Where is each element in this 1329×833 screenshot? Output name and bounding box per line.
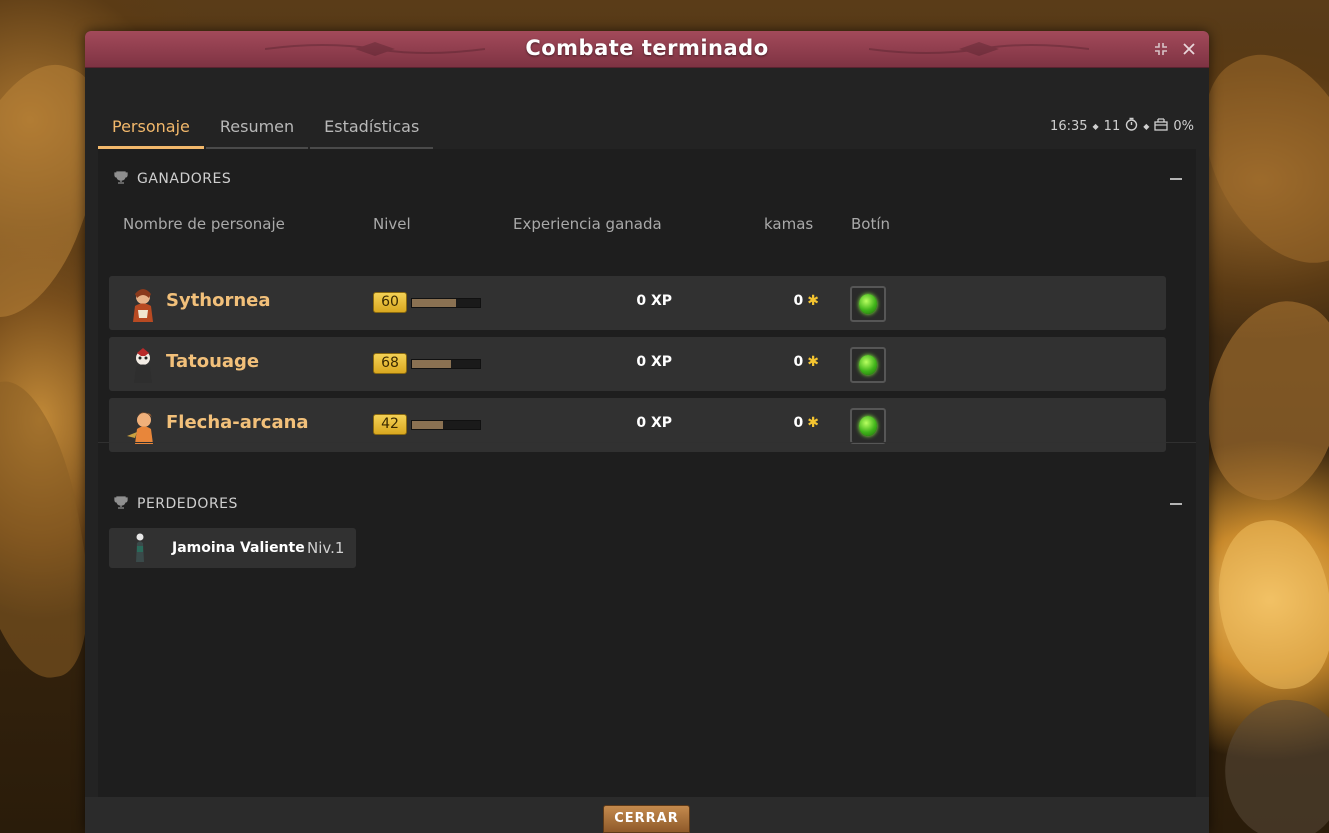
level-progress-fill xyxy=(412,299,457,307)
kamas-icon: ✱ xyxy=(807,354,819,370)
window-footer: CERRAR xyxy=(85,797,1209,833)
winners-header: GANADORES xyxy=(98,164,1196,194)
kamas-gained: 0 ✱ xyxy=(749,293,819,309)
winner-row[interactable]: Tatouage 68 0 XP 0 ✱ xyxy=(109,337,1166,391)
trophy-icon xyxy=(114,495,128,513)
window-title: Combate terminado xyxy=(525,36,769,60)
kamas-icon: ✱ xyxy=(807,293,819,309)
kamas-gained: 0 ✱ xyxy=(749,354,819,370)
loot-slot[interactable] xyxy=(850,408,886,444)
close-button[interactable]: CERRAR xyxy=(603,805,690,833)
kamas-value: 0 xyxy=(793,354,804,370)
trophy-icon xyxy=(114,170,128,188)
green-gem-icon xyxy=(859,355,877,375)
kamas-value: 0 xyxy=(793,293,804,309)
results-panel: GANADORES Nombre de personaje Nivel Expe… xyxy=(98,149,1196,797)
level-progress-bar xyxy=(411,298,481,308)
xp-gained: 0 XP xyxy=(636,415,672,431)
level-progress-fill xyxy=(412,360,451,368)
monster-avatar xyxy=(136,533,144,562)
character-name[interactable]: Flecha-arcana xyxy=(166,412,309,433)
xp-gained: 0 XP xyxy=(636,293,672,309)
loser-row[interactable]: Jamoina Valiente Niv.1 xyxy=(109,528,356,568)
turn-count: 11 xyxy=(1103,118,1121,134)
kamas-gained: 0 ✱ xyxy=(749,415,819,431)
level-badge: 60 xyxy=(373,292,407,313)
close-icon[interactable] xyxy=(1179,39,1199,59)
kamas-icon: ✱ xyxy=(807,415,819,431)
character-avatar xyxy=(134,348,152,383)
level-badge: 42 xyxy=(373,414,407,435)
level-badge: 68 xyxy=(373,353,407,374)
column-level: Nivel xyxy=(373,215,411,233)
section-divider xyxy=(98,442,1196,443)
tab-bar: Personaje Resumen Estadísticas xyxy=(98,111,434,149)
green-gem-icon xyxy=(859,294,877,314)
loser-level: Niv.1 xyxy=(307,539,345,557)
combat-result-window: Combate terminado Personaje Resumen Esta… xyxy=(85,31,1209,833)
tab-estadisticas[interactable]: Estadísticas xyxy=(310,111,434,149)
character-avatar xyxy=(127,412,153,444)
tab-personaje[interactable]: Personaje xyxy=(98,111,204,149)
loot-slot[interactable] xyxy=(850,286,886,322)
column-name: Nombre de personaje xyxy=(123,215,285,233)
character-name[interactable]: Tatouage xyxy=(166,351,259,372)
column-loot: Botín xyxy=(851,215,891,233)
minimize-icon[interactable] xyxy=(1151,39,1171,59)
losers-heading: PERDEDORES xyxy=(137,496,238,512)
level-progress-fill xyxy=(412,421,443,429)
loser-name: Jamoina Valiente xyxy=(172,540,305,556)
title-bar[interactable]: Combate terminado xyxy=(85,31,1209,68)
separator-dot: ◆ xyxy=(1143,121,1150,131)
fight-time: 16:35 xyxy=(1050,118,1088,134)
green-gem-icon xyxy=(859,416,877,436)
collapse-losers-button[interactable] xyxy=(1168,489,1184,519)
character-avatar xyxy=(133,289,153,322)
winner-row[interactable]: Flecha-arcana 42 0 XP 0 ✱ xyxy=(109,398,1166,452)
losers-header: PERDEDORES xyxy=(98,489,1196,519)
level-progress-bar xyxy=(411,359,481,369)
column-xp: Experiencia ganada xyxy=(513,215,662,233)
collapse-winners-button[interactable] xyxy=(1168,164,1184,194)
character-name[interactable]: Sythornea xyxy=(166,290,271,311)
level-progress-bar xyxy=(411,420,481,430)
xp-gained: 0 XP xyxy=(636,354,672,370)
kamas-value: 0 xyxy=(793,415,804,431)
fight-info: 16:35 ◆ 11 ◆ 0% xyxy=(1050,117,1194,135)
tab-resumen[interactable]: Resumen xyxy=(205,111,309,149)
winner-row[interactable]: Sythornea 60 0 XP 0 ✱ xyxy=(109,276,1166,330)
timer-icon xyxy=(1125,117,1138,135)
winners-heading: GANADORES xyxy=(137,171,232,187)
drop-bonus: 0% xyxy=(1173,118,1194,134)
column-kamas: kamas xyxy=(764,215,814,233)
loot-slot[interactable] xyxy=(850,347,886,383)
separator-dot: ◆ xyxy=(1092,121,1099,131)
chest-icon xyxy=(1154,117,1169,135)
